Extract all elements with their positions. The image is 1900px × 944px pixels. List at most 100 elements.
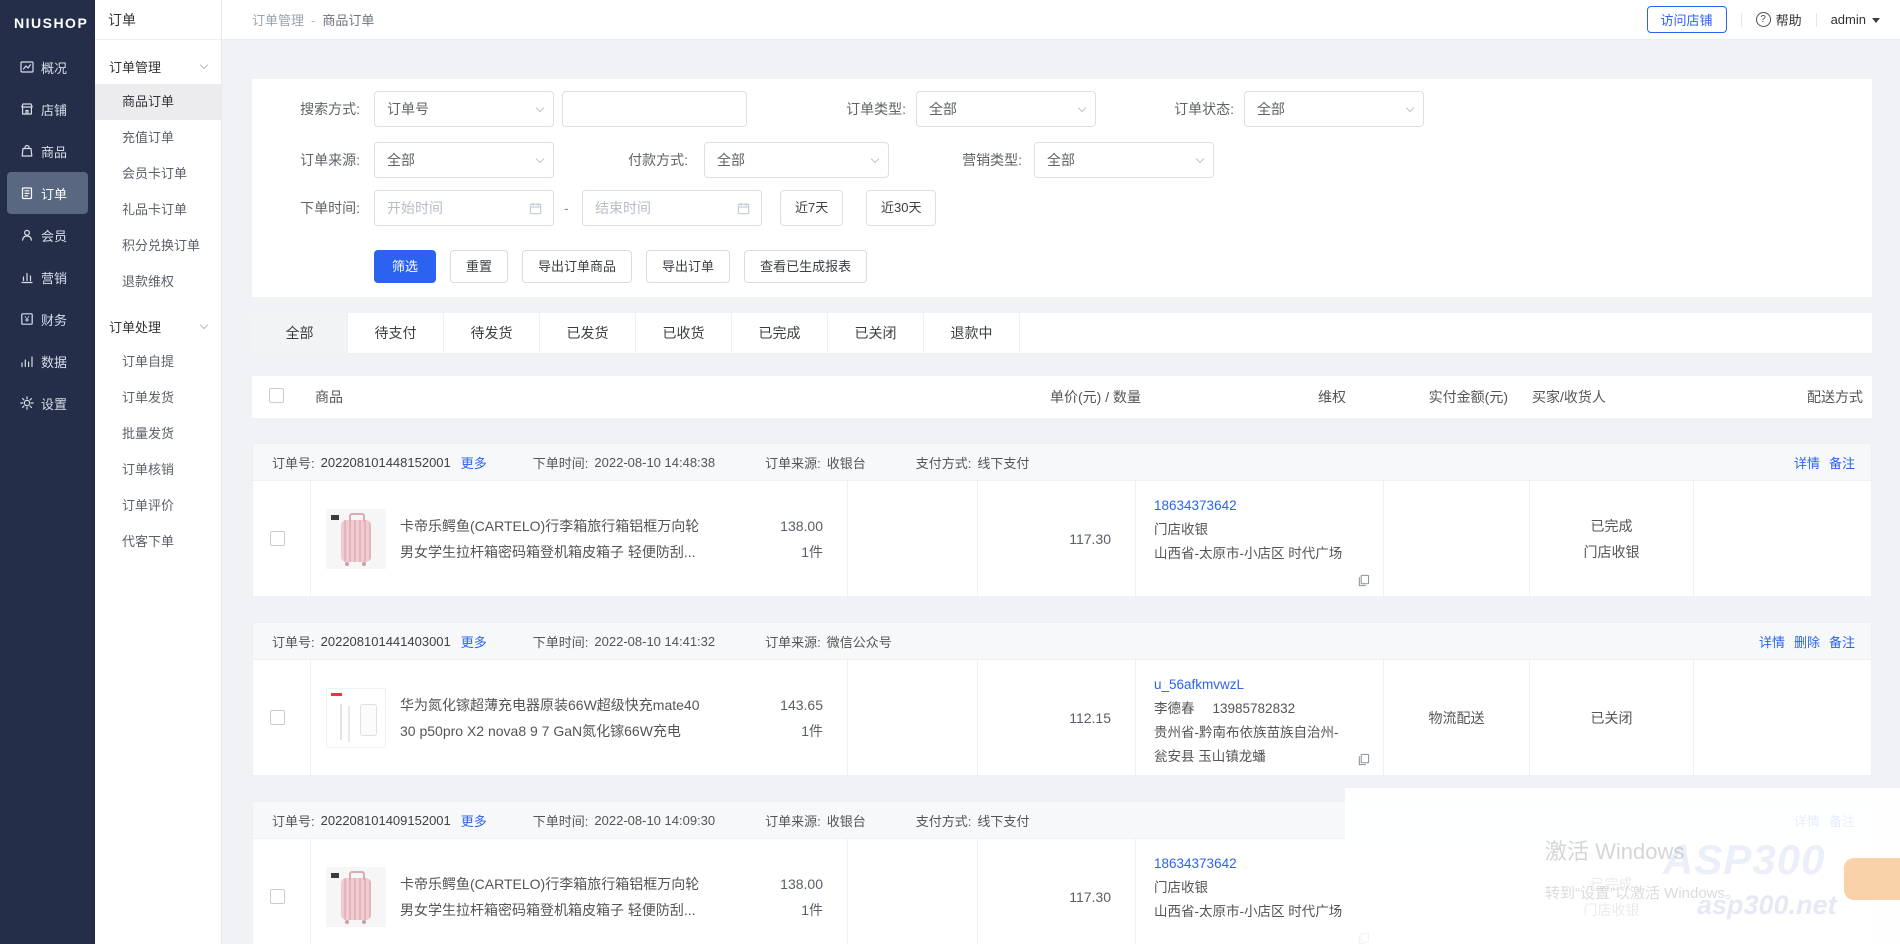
receiver-name: 门店收银 bbox=[1154, 876, 1208, 900]
visit-shop-button[interactable]: 访问店铺 bbox=[1647, 6, 1727, 33]
buyer-account[interactable]: 18634373642 bbox=[1154, 852, 1365, 876]
submenu-group-order-process[interactable]: 订单处理 bbox=[95, 308, 221, 344]
more-link[interactable]: 更多 bbox=[461, 811, 487, 830]
buyer-account[interactable]: u_56afkmvwzL bbox=[1154, 673, 1365, 697]
submenu-item-gift-card-orders[interactable]: 礼品卡订单 bbox=[95, 192, 221, 228]
breadcrumb-order-manage[interactable]: 订单管理 bbox=[252, 13, 304, 28]
filter-button[interactable]: 筛选 bbox=[374, 250, 436, 283]
caret-down-icon bbox=[1872, 18, 1880, 27]
promo-type-select[interactable]: 全部 bbox=[1034, 142, 1214, 178]
charger-product-image bbox=[326, 688, 386, 748]
nav-item-overview[interactable]: 概况 bbox=[7, 46, 88, 88]
detail-link[interactable]: 详情 bbox=[1794, 453, 1820, 472]
detail-link[interactable]: 详情 bbox=[1759, 632, 1785, 651]
breadcrumb-product-orders: 商品订单 bbox=[322, 13, 374, 28]
submenu-item-order-verify[interactable]: 订单核销 bbox=[95, 452, 221, 488]
submenu-item-order-review[interactable]: 订单评价 bbox=[95, 488, 221, 524]
end-date-input[interactable]: 结束时间 bbox=[582, 190, 762, 226]
nav-item-goods[interactable]: 商品 bbox=[7, 130, 88, 172]
more-link[interactable]: 更多 bbox=[461, 632, 487, 651]
calendar-icon bbox=[528, 201, 543, 216]
watermark-overlay: 激活 Windows 转到“设置”以激活 Windows。 ASP300 asp… bbox=[1345, 788, 1900, 944]
order-pay-method: 线下支付 bbox=[977, 453, 1029, 472]
remark-link[interactable]: 备注 bbox=[1829, 453, 1855, 472]
product-title: 华为氮化镓超薄充电器原装66W超级快充mate40 30 p50pro X2 n… bbox=[400, 692, 732, 744]
finance-icon: ¥ bbox=[19, 311, 35, 327]
chevron-down-icon bbox=[871, 154, 879, 162]
user-menu[interactable]: admin bbox=[1831, 12, 1880, 27]
tab-received[interactable]: 已收货 bbox=[636, 313, 732, 354]
reset-button[interactable]: 重置 bbox=[450, 250, 508, 283]
order-time: 2022-08-10 14:41:32 bbox=[594, 634, 715, 649]
remark-link[interactable]: 备注 bbox=[1829, 632, 1855, 651]
header-buyer: 买家/收货人 bbox=[1514, 387, 1762, 407]
copy-icon[interactable] bbox=[1357, 574, 1370, 587]
row-checkbox[interactable] bbox=[270, 531, 285, 546]
delivery-method: 物流配送 bbox=[1384, 660, 1530, 775]
pay-type-select[interactable]: 全部 bbox=[704, 142, 889, 178]
submenu-item-proxy-order[interactable]: 代客下单 bbox=[95, 524, 221, 560]
receiver-phone: 13985782832 bbox=[1213, 697, 1296, 721]
refund-cell bbox=[848, 481, 978, 596]
submenu-item-points-exchange-orders[interactable]: 积分兑换订单 bbox=[95, 228, 221, 264]
nav-item-shop[interactable]: 店铺 bbox=[7, 88, 88, 130]
more-link[interactable]: 更多 bbox=[461, 453, 487, 472]
nav-item-orders[interactable]: 订单 bbox=[7, 172, 88, 214]
tab-closed[interactable]: 已关闭 bbox=[828, 313, 924, 354]
tab-refunding[interactable]: 退款中 bbox=[924, 313, 1020, 354]
submenu-item-recharge-orders[interactable]: 充值订单 bbox=[95, 120, 221, 156]
order-type-select[interactable]: 全部 bbox=[916, 91, 1096, 127]
nav-item-settings[interactable]: 设置 bbox=[7, 382, 88, 424]
start-date-input[interactable]: 开始时间 bbox=[374, 190, 554, 226]
buyer-cell: 18634373642 门店收银 山西省-太原市-小店区 时代广场 bbox=[1136, 481, 1384, 596]
help-button[interactable]: 帮助 bbox=[1756, 10, 1802, 29]
nav-item-marketing[interactable]: 营销 bbox=[7, 256, 88, 298]
nav-item-finance[interactable]: ¥ 财务 bbox=[7, 298, 88, 340]
order-source-select[interactable]: 全部 bbox=[374, 142, 554, 178]
refund-cell bbox=[848, 660, 978, 775]
submenu-group-order-manage[interactable]: 订单管理 bbox=[95, 48, 221, 84]
buyer-account[interactable]: 18634373642 bbox=[1154, 494, 1365, 518]
order-no: 202208101448152001 bbox=[321, 455, 451, 470]
row-checkbox[interactable] bbox=[270, 710, 285, 725]
promo-badge bbox=[1844, 858, 1900, 900]
view-reports-button[interactable]: 查看已生成报表 bbox=[744, 250, 867, 283]
table-header: 商品 单价(元) / 数量 维权 实付金额(元) 买家/收货人 配送方式 交易状… bbox=[252, 376, 1872, 418]
order-status-select[interactable]: 全部 bbox=[1244, 91, 1424, 127]
submenu-item-refund-rights[interactable]: 退款维权 bbox=[95, 264, 221, 300]
unit-price: 138.00 bbox=[780, 513, 823, 539]
order-no: 202208101409152001 bbox=[321, 813, 451, 828]
receiver-address: 贵州省-黔南布依族苗族自治州-瓮安县 玉山镇龙蟠 bbox=[1154, 721, 1350, 769]
nav-item-members[interactable]: 会员 bbox=[7, 214, 88, 256]
question-circle-icon bbox=[1756, 12, 1771, 27]
breadcrumb: 订单管理-商品订单 bbox=[252, 10, 374, 29]
keyword-input[interactable] bbox=[562, 91, 747, 127]
submenu-item-order-delivery[interactable]: 订单发货 bbox=[95, 380, 221, 416]
chevron-down-icon bbox=[200, 320, 208, 328]
delete-link[interactable]: 删除 bbox=[1794, 632, 1820, 651]
export-order-goods-button[interactable]: 导出订单商品 bbox=[522, 250, 632, 283]
nav-item-data[interactable]: 数据 bbox=[7, 340, 88, 382]
chevron-down-icon bbox=[1196, 154, 1204, 162]
quantity: 1件 bbox=[780, 718, 823, 744]
last-30-days-button[interactable]: 近30天 bbox=[866, 190, 936, 226]
submenu-item-member-card-orders[interactable]: 会员卡订单 bbox=[95, 156, 221, 192]
submenu-item-order-pickup[interactable]: 订单自提 bbox=[95, 344, 221, 380]
order-source: 收银台 bbox=[827, 453, 866, 472]
overview-icon bbox=[19, 59, 35, 75]
tab-all[interactable]: 全部 bbox=[252, 313, 348, 354]
tab-shipped[interactable]: 已发货 bbox=[540, 313, 636, 354]
export-orders-button[interactable]: 导出订单 bbox=[646, 250, 730, 283]
search-mode-select[interactable]: 订单号 bbox=[374, 91, 554, 127]
row-checkbox[interactable] bbox=[270, 889, 285, 904]
tab-pending-pay[interactable]: 待支付 bbox=[348, 313, 444, 354]
calendar-icon bbox=[736, 201, 751, 216]
quantity: 1件 bbox=[780, 539, 823, 565]
select-all-checkbox[interactable] bbox=[269, 388, 284, 403]
submenu-item-batch-delivery[interactable]: 批量发货 bbox=[95, 416, 221, 452]
last-7-days-button[interactable]: 近7天 bbox=[780, 190, 843, 226]
copy-icon[interactable] bbox=[1357, 753, 1370, 766]
tab-completed[interactable]: 已完成 bbox=[732, 313, 828, 354]
submenu-item-product-orders[interactable]: 商品订单 bbox=[95, 84, 221, 120]
tab-pending-ship[interactable]: 待发货 bbox=[444, 313, 540, 354]
